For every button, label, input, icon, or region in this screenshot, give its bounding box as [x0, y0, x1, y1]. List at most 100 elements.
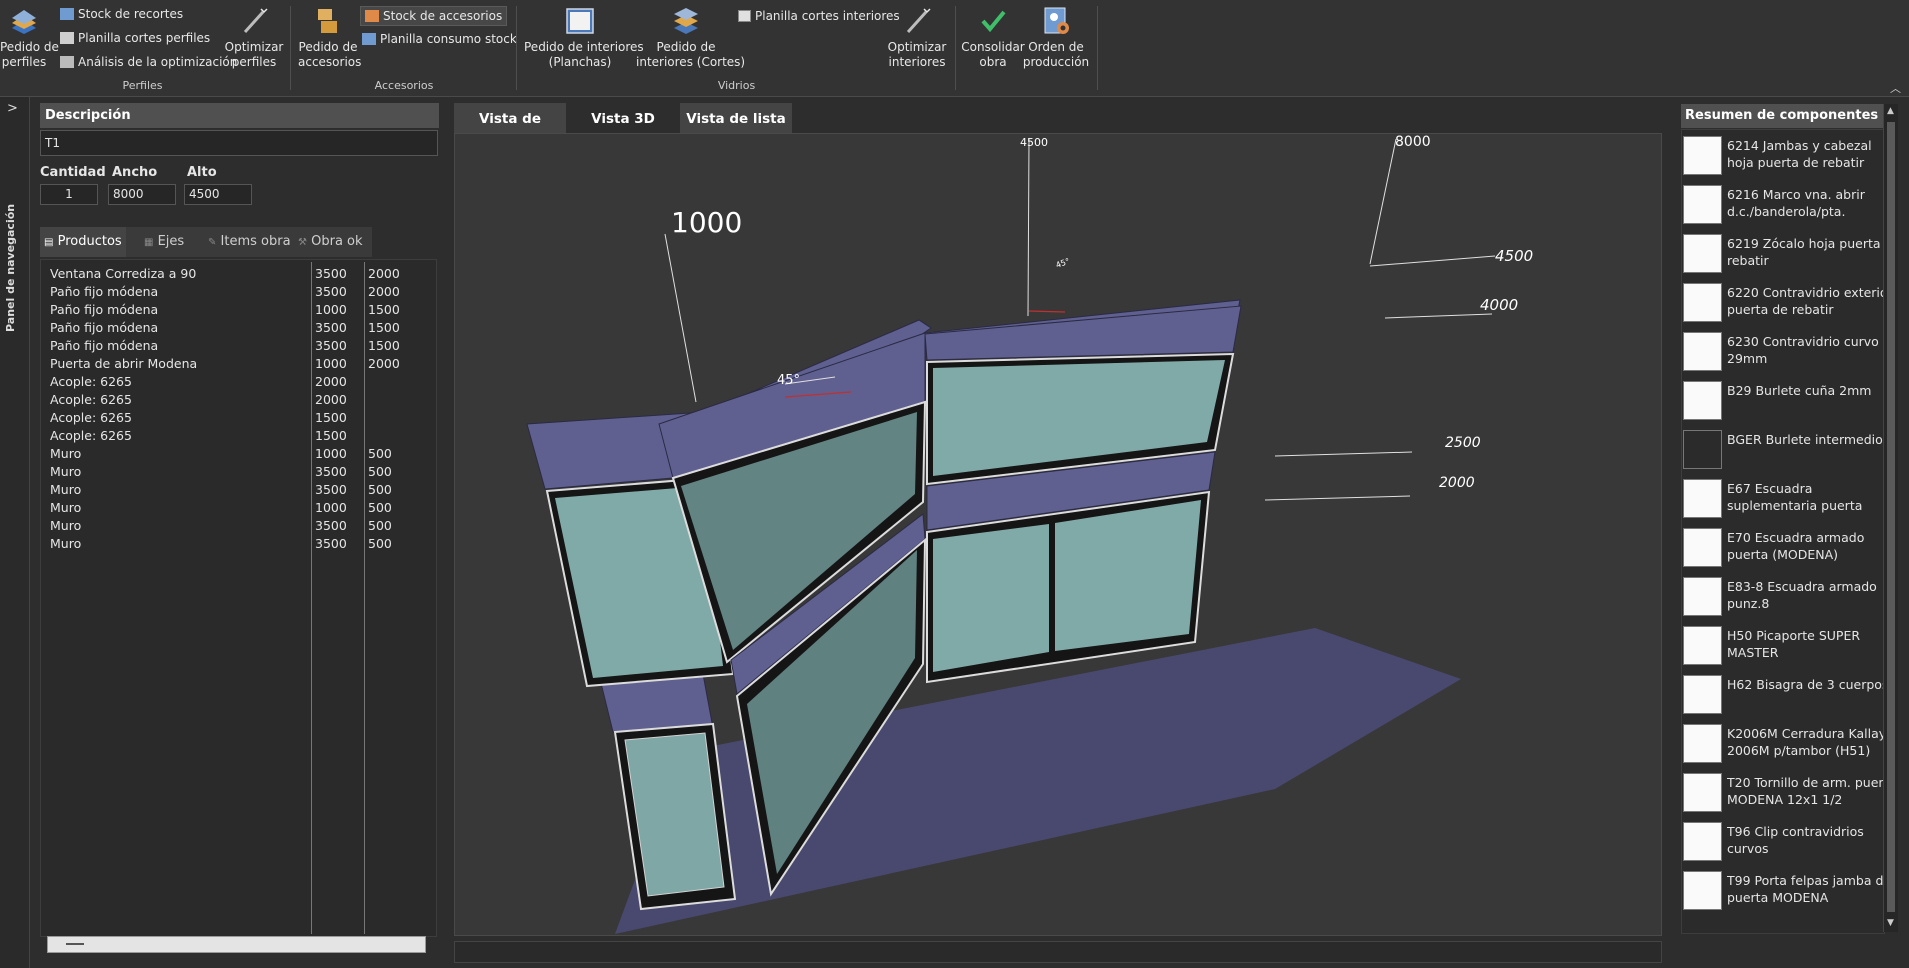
ancho-label: Ancho — [112, 165, 158, 180]
row-name: Paño fijo módena — [50, 338, 159, 353]
glass-right-lower-left — [933, 524, 1049, 672]
component-item[interactable]: T99 Porta felpas jamba de puerta MODENA — [1683, 868, 1887, 917]
collapse-ribbon-icon[interactable]: ︿ — [1890, 80, 1901, 96]
descripcion-header: Descripción — [40, 103, 439, 128]
table-row[interactable]: Muro 3500 500 — [40, 536, 435, 554]
orden-produccion-label: Orden de producción — [1022, 40, 1090, 69]
check-icon — [981, 10, 1006, 33]
scrollbar-thumb[interactable] — [1887, 122, 1895, 912]
row-height: 500 — [368, 446, 392, 461]
orden-produccion-button[interactable]: Orden de producción — [1020, 0, 1092, 70]
viewport-3d[interactable]: 1000 4500 8000 4500 4000 2500 2000 45° 4… — [454, 133, 1662, 936]
tab-vista-lista[interactable]: Vista de lista — [680, 103, 792, 136]
planilla-cortes-interiores-button[interactable]: Planilla cortes interiores — [738, 7, 900, 25]
table-row[interactable]: Muro 1000 500 — [40, 500, 435, 518]
planilla-cortes-perfiles-button[interactable]: Planilla cortes perfiles — [60, 29, 210, 47]
component-item[interactable]: T20 Tornillo de arm. puerta MODENA 12x1 … — [1683, 770, 1887, 819]
component-label: 6216 Marco vna. abrir d.c./banderola/pta… — [1727, 187, 1865, 219]
row-name: Muro — [50, 464, 82, 479]
table-row[interactable]: Ventana Corrediza a 90 3500 2000 — [40, 266, 435, 284]
component-item[interactable]: E70 Escuadra armado puerta (MODENA) — [1683, 525, 1883, 574]
component-label: E83-8 Escuadra armado punz.8 — [1727, 579, 1877, 611]
table-row[interactable]: Paño fijo módena 3500 1500 — [40, 320, 435, 338]
table-row[interactable]: Puerta de abrir Modena 1000 2000 — [40, 356, 435, 374]
component-item[interactable]: 6216 Marco vna. abrir d.c./banderola/pta… — [1683, 182, 1883, 231]
component-item[interactable]: E67 Escuadra suplementaria puerta — [1683, 476, 1883, 525]
table-row[interactable]: Paño fijo módena 3500 1500 — [40, 338, 435, 356]
cantidad-field[interactable]: 1 — [40, 184, 98, 205]
table-row[interactable]: Paño fijo módena 1000 1500 — [40, 302, 435, 320]
scrollbar-grip[interactable] — [66, 943, 84, 945]
component-item[interactable]: 6219 Zócalo hoja puerta de rebatir — [1683, 231, 1887, 280]
row-width: 3500 — [315, 536, 347, 551]
stock-recortes-button[interactable]: Stock de recortes — [60, 5, 183, 23]
tab-vista-diseno[interactable]: Vista de diseño — [454, 103, 566, 160]
row-width: 3500 — [315, 464, 347, 479]
table-row[interactable]: Muro 3500 500 — [40, 482, 435, 500]
component-thumbnail — [1683, 185, 1722, 224]
component-item[interactable]: H62 Bisagra de 3 cuerpos — [1683, 672, 1887, 721]
table-row[interactable]: Acople: 6265 1500 — [40, 428, 435, 446]
alto-field[interactable]: 4500 — [184, 184, 252, 205]
component-item[interactable]: BGER Burlete intermedio — [1683, 427, 1883, 476]
row-name: Paño fijo módena — [50, 302, 159, 317]
row-name: Acople: 6265 — [50, 374, 132, 389]
horizontal-scrollbar[interactable] — [47, 936, 426, 953]
table-row[interactable]: Muro 3500 500 — [40, 518, 435, 536]
table-row[interactable]: Acople: 6265 2000 — [40, 374, 435, 392]
planilla-consumo-stock-button[interactable]: Planilla consumo stock — [362, 30, 517, 48]
row-width: 1000 — [315, 500, 347, 515]
row-name: Puerta de abrir Modena — [50, 356, 198, 371]
tab-obra-ok[interactable]: ⚒ Obra ok — [294, 227, 372, 257]
consumo-icon — [362, 33, 376, 45]
pedido-accesorios-button[interactable]: Pedido de accesorios — [298, 0, 361, 70]
dim-8000: 8000 — [1395, 134, 1431, 150]
table-row[interactable]: Paño fijo módena 3500 2000 — [40, 284, 435, 302]
component-item[interactable]: B29 Burlete cuña 2mm — [1683, 378, 1883, 427]
component-item[interactable]: 6220 Contravidrio exterior puerta de reb… — [1683, 280, 1887, 329]
table-row[interactable]: Muro 3500 500 — [40, 464, 435, 482]
component-item[interactable]: K2006M Cerradura Kallay 2006M p/tambor (… — [1683, 721, 1886, 770]
row-height: 500 — [368, 536, 392, 551]
tab-items-obra[interactable]: ✎ Items obra — [202, 227, 296, 257]
dim-4500-top: 4500 — [1020, 136, 1048, 149]
table-row[interactable]: Acople: 6265 1500 — [40, 410, 435, 428]
component-item[interactable]: H50 Picaporte SUPER MASTER — [1683, 623, 1883, 672]
row-width: 1500 — [315, 410, 347, 425]
scroll-down-icon[interactable]: ▼ — [1887, 918, 1894, 928]
vertical-scrollbar[interactable]: ▲ ▼ — [1883, 104, 1898, 932]
component-item[interactable]: E83-8 Escuadra armado punz.8 — [1683, 574, 1883, 623]
optimize-wand-icon — [243, 8, 268, 34]
table-row[interactable]: Muro 1000 500 — [40, 446, 435, 464]
navigation-panel[interactable]: > Panel de navegación — [0, 97, 30, 968]
scroll-up-icon[interactable]: ▲ — [1887, 106, 1894, 116]
component-label: K2006M Cerradura Kallay 2006M p/tambor (… — [1727, 726, 1887, 758]
component-item[interactable]: 6230 Contravidrio curvo 29mm — [1683, 329, 1883, 378]
optimizar-interiores-button[interactable]: Optimizar interiores — [882, 0, 952, 70]
row-width: 1000 — [315, 446, 347, 461]
analisis-optimizacion-button[interactable]: Análisis de la optimización — [60, 53, 237, 71]
stock-accesorios-button[interactable]: Stock de accesorios — [360, 6, 508, 26]
pedido-interiores-planchas-button[interactable]: Pedido de interiores (Planchas) — [524, 0, 644, 70]
glass-sheet-icon — [566, 8, 594, 34]
tab-productos[interactable]: ▤ Productos — [40, 227, 126, 257]
component-item[interactable]: T96 Clip contravidrios curvos — [1683, 819, 1883, 868]
ribbon-divider — [516, 6, 517, 90]
row-width: 2000 — [315, 392, 347, 407]
consolidar-obra-button[interactable]: Consolidar obra — [958, 0, 1028, 70]
component-item[interactable]: 6214 Jambas y cabezal hoja puerta de reb… — [1683, 133, 1883, 182]
chevron-right-icon[interactable]: > — [7, 101, 18, 116]
tab-vista-3d[interactable]: Vista 3D — [570, 103, 676, 136]
ancho-field[interactable]: 8000 — [108, 184, 176, 205]
chart-icon — [60, 56, 74, 68]
component-thumbnail — [1683, 430, 1722, 469]
optimizar-perfiles-button[interactable]: Optimizar perfiles — [224, 0, 284, 70]
row-name: Muro — [50, 518, 82, 533]
list-icon: ▤ — [44, 237, 54, 248]
dim-1000: 1000 — [671, 206, 742, 239]
descripcion-field[interactable]: T1 — [40, 130, 438, 156]
pedido-interiores-cortes-button[interactable]: Pedido de interiores (Cortes) — [636, 0, 745, 70]
table-row[interactable]: Acople: 6265 2000 — [40, 392, 435, 410]
pedido-perfiles-button[interactable]: Pedido de perfiles — [0, 0, 59, 70]
tab-ejes-label: Ejes — [157, 234, 185, 249]
